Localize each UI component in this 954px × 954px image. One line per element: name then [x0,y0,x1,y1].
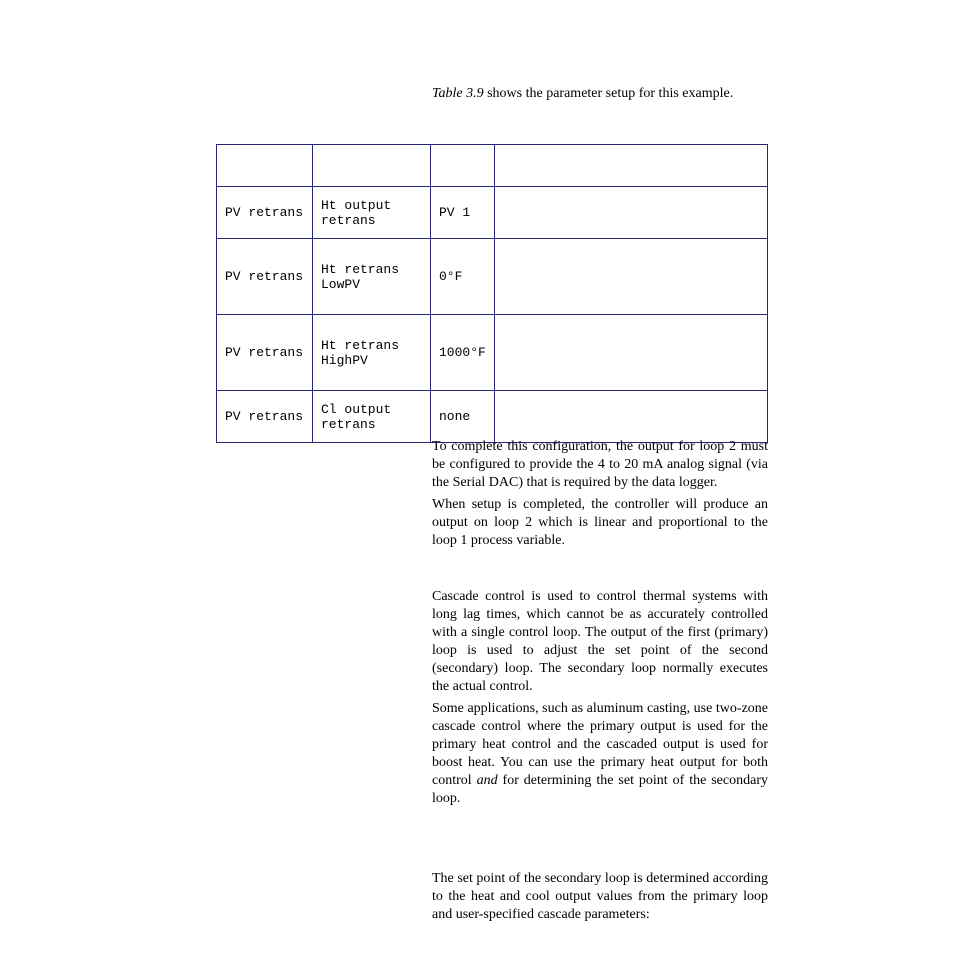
cell: Ht output retrans [313,187,431,239]
page: Table 3.9 shows the parameter setup for … [0,0,954,954]
cell: PV retrans [217,239,313,315]
table-row: PV retrans Cl output retrans none [217,391,768,443]
table-row: PV retrans Ht output retrans PV 1 [217,187,768,239]
cell: 1000°F [431,315,495,391]
cell: PV retrans [217,187,313,239]
intro-text: shows the parameter setup for this examp… [484,86,734,101]
table-row: PV retrans Ht retrans HighPV 1000°F [217,315,768,391]
paragraph: When setup is completed, the controller … [432,496,768,550]
cell: PV retrans [217,391,313,443]
paragraph: Some applications, such as aluminum cast… [432,700,768,807]
cell: none [431,391,495,443]
cell: 0°F [431,239,495,315]
table-row: PV retrans Ht retrans LowPV 0°F [217,239,768,315]
cell: PV retrans [217,315,313,391]
col-header-0 [217,145,313,187]
intro-line: Table 3.9 shows the parameter setup for … [432,86,772,102]
cell: Ht retrans HighPV [313,315,431,391]
paragraph: To complete this configuration, the outp… [432,438,768,492]
col-header-3 [495,145,768,187]
paragraph: Cascade control is used to control therm… [432,588,768,695]
cell [495,187,768,239]
cell [495,315,768,391]
cell [495,391,768,443]
parameter-table: PV retrans Ht output retrans PV 1 PV ret… [216,144,768,443]
col-header-1 [313,145,431,187]
cell: Ht retrans LowPV [313,239,431,315]
cell: Cl output retrans [313,391,431,443]
paragraph: The set point of the secondary loop is d… [432,870,768,924]
table-ref: Table 3.9 [432,86,484,101]
cell: PV 1 [431,187,495,239]
cell [495,239,768,315]
col-header-2 [431,145,495,187]
text-italic: and [477,773,498,788]
